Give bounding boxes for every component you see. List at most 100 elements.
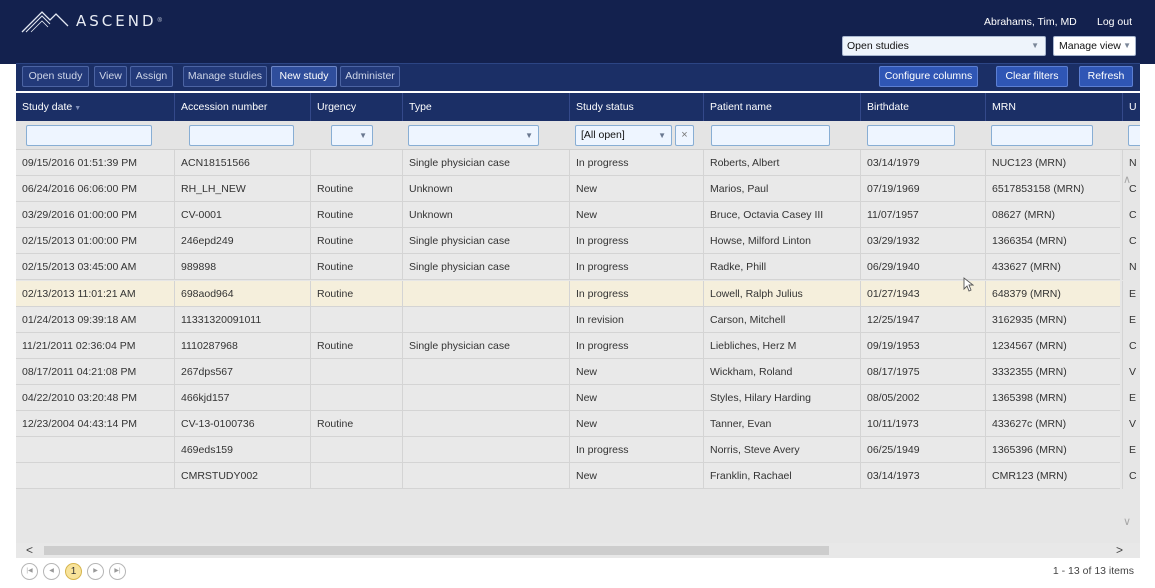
view-button[interactable]: View: [94, 66, 127, 87]
u-cell: V: [1122, 411, 1140, 437]
clear-filters-button[interactable]: Clear filters: [996, 66, 1068, 87]
patient-name-cell: Bruce, Octavia Casey III: [703, 202, 860, 229]
study-date-cell: 08/17/2011 04:21:08 PM: [22, 365, 137, 378]
table-row[interactable]: 469eds159 In progress Norris, Steve Avery 0…: [16, 437, 1136, 464]
birthdate-cell: 06/25/1949: [860, 437, 985, 464]
study-date-cell: 02/13/2013 11:01:21 AM: [22, 287, 136, 300]
accession-filter-input[interactable]: [189, 125, 294, 146]
column-header-patient-name[interactable]: Patient name: [703, 93, 860, 121]
assign-button[interactable]: Assign: [130, 66, 173, 87]
horizontal-scrollbar[interactable]: < >: [16, 543, 1140, 558]
accession-cell: CV-0001: [174, 202, 310, 229]
u-cell: E: [1122, 306, 1140, 333]
study-status-filter-select[interactable]: [All open] ▼: [575, 125, 672, 146]
urgency-cell: Routine: [310, 228, 402, 255]
urgency-cell: Routine: [310, 176, 402, 203]
type-cell: Single physician case: [402, 150, 569, 176]
type-cell: [402, 411, 569, 437]
table-row[interactable]: 02/15/2013 03:45:00 AM 989898 Routine Singl…: [16, 254, 1137, 281]
u-cell: N: [1122, 254, 1140, 281]
page-1-button[interactable]: 1: [65, 563, 82, 580]
study-status-cell: In progress: [569, 332, 703, 359]
refresh-button[interactable]: Refresh: [1079, 66, 1133, 87]
study-status-cell: New: [569, 176, 703, 203]
birthdate-filter-input[interactable]: [867, 125, 955, 146]
column-header-mrn[interactable]: MRN: [985, 93, 1122, 121]
pager-info: 1 - 13 of 13 items: [1052, 565, 1134, 577]
sort-icon: ▼: [74, 105, 82, 112]
table-row[interactable]: 11/21/2011 02:36:04 PM 1110287968 Routine S…: [16, 332, 1137, 359]
new-study-button[interactable]: New study: [271, 66, 337, 87]
type-cell: [402, 463, 569, 490]
table-row[interactable]: 03/29/2016 01:00:00 PM CV-0001 Routine Unkn…: [16, 202, 1137, 229]
patient-name-filter-input[interactable]: [711, 125, 830, 146]
administer-button[interactable]: Administer: [340, 66, 400, 87]
table-row[interactable]: 09/15/2016 01:51:39 PM ACN18151566 Single …: [16, 150, 1137, 176]
column-header-urgency[interactable]: Urgency: [310, 93, 402, 121]
urgency-cell: Routine: [310, 254, 402, 281]
table-row[interactable]: 01/24/2013 09:39:18 AM 11331320091011 In r…: [16, 306, 1136, 333]
configure-columns-button[interactable]: Configure columns: [879, 66, 978, 87]
table-row[interactable]: 04/22/2010 03:20:48 PM 466kjd157 New Styles…: [16, 384, 1136, 411]
toolbar: Open study View Assign Manage studies Ne…: [16, 63, 1140, 91]
column-header-study-status[interactable]: Study status: [569, 93, 703, 121]
type-filter-select[interactable]: ▼: [408, 125, 539, 146]
last-page-icon[interactable]: ▶|: [109, 563, 126, 580]
app-header: ASCEND ® Abrahams, Tim, MD Log out Open s…: [0, 0, 1155, 64]
grid-rows: 09/15/2016 01:51:39 PM ACN18151566 Single …: [16, 150, 1137, 540]
birthdate-cell: 10/11/1973: [860, 411, 985, 437]
accession-cell: 466kjd157: [174, 384, 310, 411]
u-filter-input[interactable]: [1128, 125, 1140, 146]
urgency-cell: [310, 150, 402, 176]
column-header-u[interactable]: U: [1122, 93, 1140, 121]
scroll-down-icon[interactable]: ∨: [1123, 515, 1131, 528]
column-header-type[interactable]: Type: [402, 93, 569, 121]
accession-cell: 698aod964: [174, 280, 310, 307]
table-row[interactable]: 08/17/2011 04:21:08 PM 267dps567 New Wickha…: [16, 358, 1136, 385]
manage-studies-button[interactable]: Manage studies: [183, 66, 267, 87]
patient-name-cell: Howse, Milford Linton: [703, 228, 860, 255]
table-row[interactable]: 02/13/2013 11:01:21 AM 698aod964 Routine In…: [16, 280, 1136, 307]
patient-name-cell: Franklin, Rachael: [703, 463, 860, 490]
study-date-cell: 02/15/2013 03:45:00 AM: [22, 261, 137, 274]
mrn-filter-input[interactable]: [991, 125, 1093, 146]
manage-view-label: Manage view: [1059, 40, 1121, 52]
open-study-button[interactable]: Open study: [22, 66, 89, 87]
prev-page-icon[interactable]: ◀: [43, 563, 60, 580]
u-cell: C: [1122, 332, 1140, 359]
mrn-cell: 433627c (MRN): [985, 411, 1122, 437]
next-page-icon[interactable]: ▶: [87, 563, 104, 580]
study-date-filter-input[interactable]: [26, 125, 152, 146]
mrn-cell: 1234567 (MRN): [985, 332, 1122, 359]
mrn-cell: 3332355 (MRN): [985, 358, 1122, 385]
urgency-filter-select[interactable]: ▼: [331, 125, 373, 146]
pager: |◀ ◀ 1 ▶ ▶| 1 - 13 of 13 items: [16, 560, 1140, 584]
scrollbar-thumb[interactable]: [44, 546, 829, 555]
column-header-accession[interactable]: Accession number: [174, 93, 310, 121]
urgency-cell: [310, 358, 402, 385]
patient-name-cell: Marios, Paul: [703, 176, 860, 203]
scroll-right-icon[interactable]: >: [1116, 543, 1123, 558]
table-row[interactable]: 02/15/2013 01:00:00 PM 246epd249 Routine Si…: [16, 228, 1137, 255]
first-page-icon[interactable]: |◀: [21, 563, 38, 580]
table-row[interactable]: CMRSTUDY002 New Franklin, Rachael 03/14/197…: [16, 463, 1137, 490]
birthdate-cell: 08/17/1975: [860, 358, 985, 385]
scroll-up-icon[interactable]: ∧: [1123, 173, 1131, 186]
chevron-down-icon: ▼: [1123, 41, 1131, 50]
study-date-cell: [16, 463, 174, 489]
clear-status-filter-button[interactable]: ×: [675, 125, 694, 146]
column-header-birthdate[interactable]: Birthdate: [860, 93, 985, 121]
urgency-cell: [310, 463, 402, 490]
urgency-cell: Routine: [310, 332, 402, 359]
logout-link[interactable]: Log out: [1097, 16, 1132, 28]
view-select[interactable]: Open studies ▼: [842, 36, 1046, 56]
scroll-left-icon[interactable]: <: [26, 543, 33, 558]
study-status-cell: New: [569, 384, 703, 411]
type-cell: Unknown: [402, 176, 569, 203]
table-row[interactable]: 06/24/2016 06:06:00 PM RH_LH_NEW Routine Un…: [16, 176, 1137, 203]
studies-grid: Study date ▼ Accession number Urgency Typ…: [16, 93, 1140, 558]
manage-view-button[interactable]: Manage view ▼: [1053, 36, 1136, 56]
study-status-cell: New: [569, 411, 703, 437]
table-row[interactable]: 12/23/2004 04:43:14 PM CV-13-0100736 Routi…: [16, 411, 1136, 437]
column-header-study-date[interactable]: Study date ▼: [16, 93, 174, 121]
